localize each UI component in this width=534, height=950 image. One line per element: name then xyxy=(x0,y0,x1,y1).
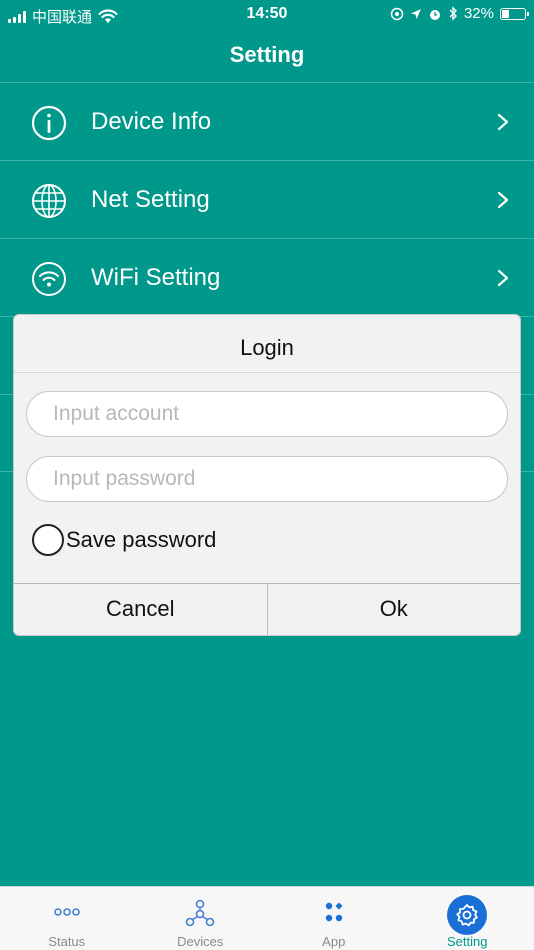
tab-bar: Status Devices App Setting xyxy=(0,886,534,950)
tab-label: Devices xyxy=(177,934,224,949)
grid-dots-icon xyxy=(325,902,343,922)
login-dialog: Login Save password Cancel Ok xyxy=(13,314,521,636)
account-input[interactable] xyxy=(26,391,508,437)
tab-label: App xyxy=(322,934,346,949)
tab-label: Status xyxy=(48,934,86,949)
save-password-row[interactable]: Save password xyxy=(32,523,216,557)
save-password-radio[interactable] xyxy=(32,524,64,556)
network-icon xyxy=(185,899,215,927)
tab-status[interactable]: Status xyxy=(0,887,134,950)
tab-devices[interactable]: Devices xyxy=(134,887,268,950)
tab-label: Setting xyxy=(447,934,488,949)
dots-icon xyxy=(53,908,80,916)
ok-button[interactable]: Ok xyxy=(266,584,520,635)
dialog-buttons: Cancel Ok xyxy=(14,583,520,635)
gear-icon xyxy=(447,895,488,935)
dialog-title: Login xyxy=(14,315,520,373)
tab-app[interactable]: App xyxy=(267,887,401,950)
cancel-button[interactable]: Cancel xyxy=(14,584,267,635)
save-password-label: Save password xyxy=(66,527,217,552)
tab-setting[interactable]: Setting xyxy=(401,887,534,950)
password-input[interactable] xyxy=(26,456,508,502)
